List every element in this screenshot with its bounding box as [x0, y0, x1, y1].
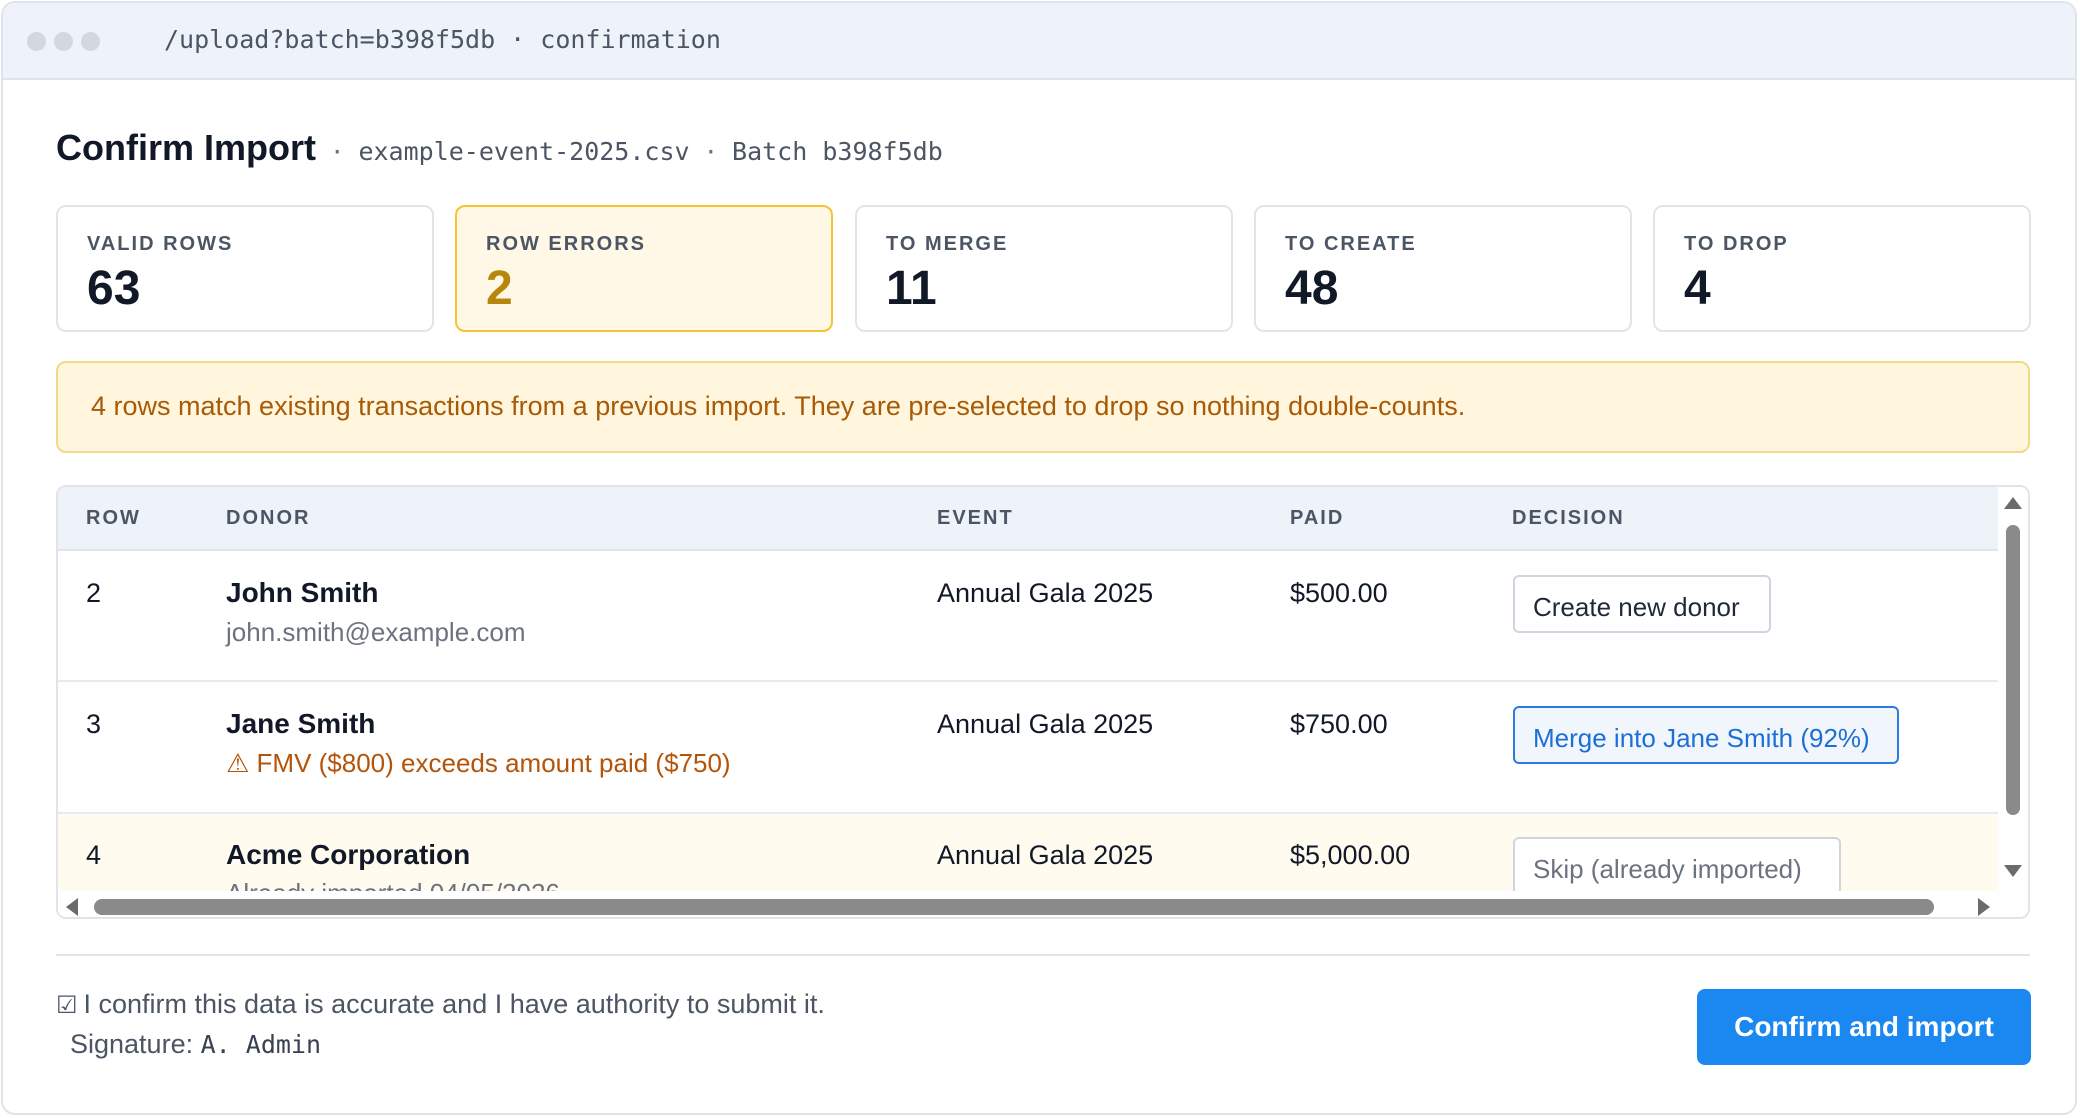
- stat-value: 2: [486, 262, 513, 315]
- checkbox-checked-icon[interactable]: ☑: [56, 991, 78, 1019]
- stat-value: 4: [1684, 262, 1711, 315]
- horizontal-scrollbar[interactable]: [58, 891, 2002, 917]
- decision-value: Merge into Jane Smith (92%): [1533, 723, 1870, 753]
- donor-name: Acme Corporation: [226, 839, 471, 870]
- scroll-up-icon[interactable]: [2004, 497, 2022, 509]
- column-header-row[interactable]: ROW: [86, 507, 141, 530]
- notice-text: 4 rows match existing transactions from …: [91, 391, 1466, 421]
- stat-row-errors: ROW ERRORS 2: [455, 205, 833, 332]
- file-name: example-event-2025.csv: [358, 137, 690, 166]
- decision-value: Create new donor: [1533, 592, 1740, 622]
- stat-label: TO MERGE: [886, 233, 1009, 255]
- stat-value: 63: [87, 262, 141, 315]
- event-name: Annual Gala 2025: [937, 840, 1154, 870]
- event-name: Annual Gala 2025: [937, 709, 1154, 739]
- column-header-decision[interactable]: DECISION: [1512, 507, 1625, 530]
- import-table: ROW DONOR EVENT PAID DECISION 2 John Smi…: [56, 485, 2030, 919]
- scroll-left-icon[interactable]: [66, 898, 78, 916]
- column-header-event[interactable]: EVENT: [937, 507, 1014, 530]
- confirm-label: I confirm this data is accurate and I ha…: [83, 989, 825, 1019]
- row-number: 3: [86, 709, 102, 739]
- row-number: 2: [86, 578, 102, 608]
- stat-to-merge: TO MERGE 11: [855, 205, 1233, 332]
- page-title: Confirm Import: [56, 127, 316, 168]
- paid-amount: $500.00: [1290, 578, 1388, 608]
- fmv-warning: ⚠ FMV ($800) exceeds amount paid ($750): [226, 748, 731, 778]
- column-header-donor[interactable]: DONOR: [226, 507, 310, 530]
- window-minimize-dot[interactable]: [54, 32, 73, 51]
- row-number: 4: [86, 840, 102, 870]
- decision-value: Skip (already imported): [1533, 854, 1802, 884]
- stat-value: 48: [1285, 262, 1339, 315]
- paid-amount: $750.00: [1290, 709, 1388, 739]
- column-header-paid[interactable]: PAID: [1290, 507, 1344, 530]
- donor-name: John Smith: [226, 577, 379, 608]
- event-name: Annual Gala 2025: [937, 578, 1154, 608]
- stat-label: VALID ROWS: [87, 233, 234, 255]
- stat-label: ROW ERRORS: [486, 233, 646, 255]
- app-window: /upload?batch=b398f5db · confirmation Co…: [1, 1, 2077, 1115]
- decision-select[interactable]: Create new donor: [1513, 575, 1771, 633]
- horizontal-scroll-thumb[interactable]: [94, 899, 1934, 915]
- window-maximize-dot[interactable]: [81, 32, 100, 51]
- table-row: 2 John Smith john.smith@example.com Annu…: [58, 551, 2002, 682]
- stat-label: TO CREATE: [1285, 233, 1417, 255]
- decision-select[interactable]: Merge into Jane Smith (92%): [1513, 706, 1899, 764]
- scroll-right-icon[interactable]: [1978, 898, 1990, 916]
- heading-separator: ·: [329, 138, 345, 166]
- address-path: /upload?batch=b398f5db · confirmation: [164, 25, 721, 54]
- title-bar: /upload?batch=b398f5db · confirmation: [3, 3, 2075, 80]
- table-row: 3 Jane Smith ⚠ FMV ($800) exceeds amount…: [58, 682, 2002, 814]
- vertical-scrollbar[interactable]: [1998, 487, 2028, 917]
- stat-to-create: TO CREATE 48: [1254, 205, 1632, 332]
- confirm-checkbox-row[interactable]: ☑ I confirm this data is accurate and I h…: [56, 989, 825, 1020]
- batch-id: Batch b398f5db: [732, 137, 943, 166]
- stat-value: 11: [886, 262, 937, 315]
- signature-line: Signature: A. Admin: [70, 1029, 321, 1060]
- signature-label: Signature:: [70, 1029, 194, 1059]
- page-heading: Confirm Import · example-event-2025.csv …: [56, 127, 943, 169]
- donor-email: john.smith@example.com: [226, 617, 526, 647]
- confirm-import-button[interactable]: Confirm and import: [1697, 989, 2031, 1065]
- window-close-dot[interactable]: [27, 32, 46, 51]
- stat-label: TO DROP: [1684, 233, 1789, 255]
- scroll-down-icon[interactable]: [2004, 865, 2022, 877]
- donor-name: Jane Smith: [226, 708, 376, 739]
- stat-to-drop: TO DROP 4: [1653, 205, 2031, 332]
- footer-divider: [56, 954, 2030, 956]
- table-header: ROW DONOR EVENT PAID DECISION: [58, 487, 2002, 551]
- paid-amount: $5,000.00: [1290, 840, 1411, 870]
- decision-select[interactable]: Skip (already imported): [1513, 837, 1841, 895]
- signature-value: A. Admin: [200, 1030, 322, 1059]
- stat-valid-rows: VALID ROWS 63: [56, 205, 434, 332]
- duplicate-notice: 4 rows match existing transactions from …: [56, 361, 2030, 453]
- heading-separator: ·: [703, 138, 719, 166]
- vertical-scroll-thumb[interactable]: [2006, 525, 2020, 815]
